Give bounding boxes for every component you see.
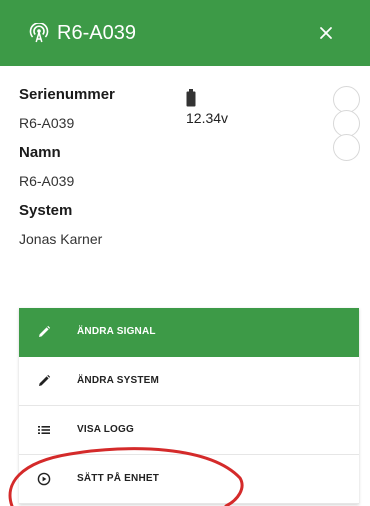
status-indicator-3 <box>333 134 360 161</box>
antenna-icon <box>29 23 49 43</box>
name-label: Namn <box>19 144 61 161</box>
pencil-icon <box>39 374 51 386</box>
system-label: System <box>19 202 73 219</box>
menu-item-label: ÄNDRA SYSTEM <box>77 375 160 386</box>
menu-item-label: VISA LOGG <box>77 424 134 435</box>
menu-item-turn-on-device[interactable]: SÄTT PÅ ENHET <box>19 455 359 504</box>
menu-item-show-log[interactable]: VISA LOGG <box>19 406 359 455</box>
battery-voltage: 12.34v <box>186 110 229 126</box>
system-value: Jonas Karner <box>19 231 103 247</box>
header-bar: R6-A039 <box>0 0 370 66</box>
action-menu: ÄNDRA SIGNAL ÄNDRA SYSTEM VISA LOGG SÄTT… <box>19 308 359 504</box>
status-indicator-1 <box>333 86 360 113</box>
status-indicator-2 <box>333 110 360 137</box>
device-title: R6-A039 <box>57 22 136 44</box>
pencil-icon <box>39 325 51 337</box>
menu-item-change-signal[interactable]: ÄNDRA SIGNAL <box>19 308 359 357</box>
name-value: R6-A039 <box>19 173 75 189</box>
menu-item-change-system[interactable]: ÄNDRA SYSTEM <box>19 357 359 406</box>
list-icon <box>38 426 50 434</box>
battery-icon <box>186 89 196 107</box>
menu-item-label: ÄNDRA SIGNAL <box>77 326 156 337</box>
close-icon[interactable] <box>314 21 338 45</box>
power-circle-icon <box>37 472 51 486</box>
menu-item-label: SÄTT PÅ ENHET <box>77 473 160 484</box>
